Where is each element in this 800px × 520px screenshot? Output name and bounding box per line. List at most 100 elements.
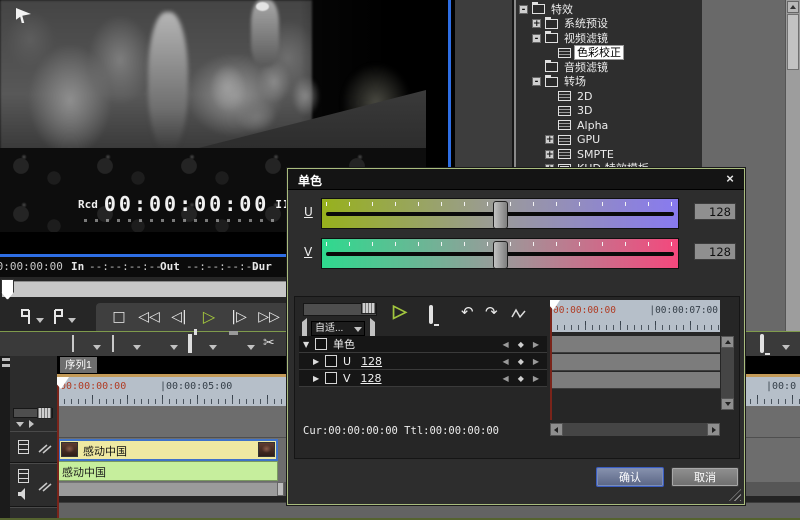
- keyframe-horizontal-scrollbar[interactable]: [550, 423, 720, 436]
- export-button[interactable]: [188, 336, 192, 351]
- stop[interactable]: □: [104, 304, 134, 330]
- resize-grip[interactable]: [729, 489, 741, 501]
- play[interactable]: ▷: [194, 304, 224, 330]
- next-frame[interactable]: |▷: [224, 304, 254, 330]
- next-keyframe-icon[interactable]: ▶: [533, 357, 539, 366]
- tree-expander-icon[interactable]: +: [532, 19, 541, 28]
- dialog-title-bar[interactable]: 单色 ×: [288, 169, 744, 190]
- undo-button[interactable]: ↶: [461, 303, 474, 321]
- expand-right-icon[interactable]: [29, 420, 34, 428]
- keyframe-parameter-row[interactable]: ▼ 单色 ◀ ◆ ▶: [299, 336, 547, 353]
- slider-thumb[interactable]: [493, 201, 508, 229]
- tree-expander-icon[interactable]: -: [532, 34, 541, 43]
- new-sequence-dropdown-icon[interactable]: [170, 345, 178, 350]
- keyframe-track-bar[interactable]: [550, 354, 720, 371]
- monitor-dropdown-icon[interactable]: [782, 345, 790, 350]
- effects-tree-item[interactable]: - 特效: [516, 2, 702, 16]
- out-point-dropdown-icon[interactable]: [68, 318, 76, 323]
- keyframe-ruler[interactable]: 00:00:00:00 |00:00:07:00: [550, 300, 720, 332]
- keyframe-play-button[interactable]: ▷: [393, 301, 407, 322]
- parameter-value[interactable]: 128: [361, 372, 382, 385]
- video-clip-selected[interactable]: 感动中国: [58, 439, 278, 461]
- row-expander-icon[interactable]: ▶: [313, 374, 325, 383]
- scroll-right-icon[interactable]: [707, 423, 720, 436]
- color-gradient-slider[interactable]: [321, 238, 679, 269]
- effects-tree-item[interactable]: 2D: [516, 89, 702, 103]
- color-gradient-slider[interactable]: [321, 198, 679, 229]
- preset-dropdown[interactable]: 自适...: [311, 321, 365, 336]
- fast-forward[interactable]: ▷▷: [254, 304, 284, 330]
- keyframe-zoom-knob[interactable]: [361, 302, 376, 314]
- cancel-button[interactable]: 取消: [671, 467, 739, 487]
- confirm-button[interactable]: 确认: [596, 467, 664, 487]
- track-header-v1[interactable]: [10, 431, 57, 463]
- scroll-up-icon[interactable]: [787, 1, 799, 13]
- keyframe-track-bar[interactable]: [550, 372, 720, 389]
- row-expander-icon[interactable]: ▶: [313, 357, 325, 366]
- scroll-up-icon[interactable]: [721, 336, 734, 348]
- timeline-playhead-line[interactable]: [57, 377, 59, 519]
- add-keyframe-icon[interactable]: ◆: [518, 374, 524, 383]
- tree-expander-icon[interactable]: +: [545, 150, 554, 159]
- parameter-checkbox[interactable]: [325, 355, 337, 367]
- export-dropdown-icon[interactable]: [209, 345, 217, 350]
- effects-tree-item[interactable]: 3D: [516, 104, 702, 118]
- scroll-left-icon[interactable]: [550, 423, 563, 436]
- prev-frame[interactable]: ◁|: [164, 304, 194, 330]
- expand-down-icon[interactable]: [16, 422, 24, 427]
- transition-a-dropdown-icon[interactable]: [93, 345, 101, 350]
- set-out-point-button[interactable]: [52, 309, 66, 325]
- preview-toggle-button[interactable]: [429, 307, 433, 322]
- tree-expander-icon[interactable]: -: [532, 77, 541, 86]
- keyframe-track-bar[interactable]: [550, 336, 720, 353]
- scrollbar-thumb[interactable]: [787, 14, 799, 70]
- timeline-zoom-slider[interactable]: [13, 408, 53, 418]
- slider-thumb[interactable]: [493, 241, 508, 269]
- effects-tree-item[interactable]: 色彩校正: [516, 46, 702, 60]
- cut-button[interactable]: ✂: [263, 334, 275, 350]
- track-header-va[interactable]: [10, 463, 57, 507]
- prev-keyframe-icon[interactable]: ◀: [503, 374, 509, 383]
- audio-clip[interactable]: 感动中国: [57, 461, 278, 481]
- effects-tree-item[interactable]: Alpha: [516, 118, 702, 132]
- effects-tree-item[interactable]: + 系统预设: [516, 17, 702, 31]
- clip-mixer-strip[interactable]: [57, 482, 277, 496]
- effects-tree-item[interactable]: 音频滤镜: [516, 60, 702, 74]
- add-keyframe-icon[interactable]: ◆: [518, 340, 524, 349]
- parameter-value[interactable]: 128: [361, 355, 382, 368]
- next-keyframe-icon[interactable]: ▶: [533, 340, 539, 349]
- keyframe-parameter-row[interactable]: ▶ U 128 ◀ ◆ ▶: [299, 353, 547, 370]
- rewind[interactable]: ◁◁: [134, 304, 164, 330]
- preset-next-icon[interactable]: [367, 322, 377, 335]
- effects-tree-item[interactable]: + GPU: [516, 133, 702, 147]
- set-in-point-button[interactable]: [20, 309, 34, 325]
- track-patch-icon[interactable]: [38, 480, 52, 492]
- effects-scrollbar[interactable]: [785, 0, 800, 332]
- keyframe-parameter-row[interactable]: ▶ V 128 ◀ ◆ ▶: [299, 370, 547, 387]
- transition-b-dropdown-icon[interactable]: [133, 345, 141, 350]
- slider-value-field[interactable]: 128: [694, 243, 736, 260]
- close-icon[interactable]: ×: [722, 171, 738, 187]
- effects-tree-item[interactable]: - 视频滤镜: [516, 31, 702, 45]
- scroll-down-icon[interactable]: [721, 398, 734, 410]
- slider-value-field[interactable]: 128: [694, 203, 736, 220]
- keyframe-zoom-slider[interactable]: [303, 303, 377, 316]
- transition-a-button[interactable]: [72, 336, 74, 351]
- parameter-checkbox[interactable]: [325, 372, 337, 384]
- monitor-mode-button[interactable]: [760, 336, 764, 351]
- parameter-checkbox[interactable]: [315, 338, 327, 350]
- tree-expander-icon[interactable]: -: [519, 5, 528, 14]
- keyframe-playhead-line[interactable]: [550, 300, 552, 420]
- sequence-tab[interactable]: 序列1: [60, 357, 97, 373]
- save-dropdown-icon[interactable]: [247, 345, 255, 350]
- row-expander-icon[interactable]: ▼: [303, 340, 315, 349]
- track-patch-icon[interactable]: [38, 442, 52, 454]
- effects-tree-item[interactable]: - 转场: [516, 75, 702, 89]
- next-keyframe-icon[interactable]: ▶: [533, 374, 539, 383]
- redo-button[interactable]: ↷: [485, 303, 498, 321]
- curve-editor-button[interactable]: [511, 307, 527, 322]
- prev-keyframe-icon[interactable]: ◀: [503, 357, 509, 366]
- add-keyframe-icon[interactable]: ◆: [518, 357, 524, 366]
- keyframe-vertical-scrollbar[interactable]: [721, 336, 734, 410]
- in-point-dropdown-icon[interactable]: [36, 318, 44, 323]
